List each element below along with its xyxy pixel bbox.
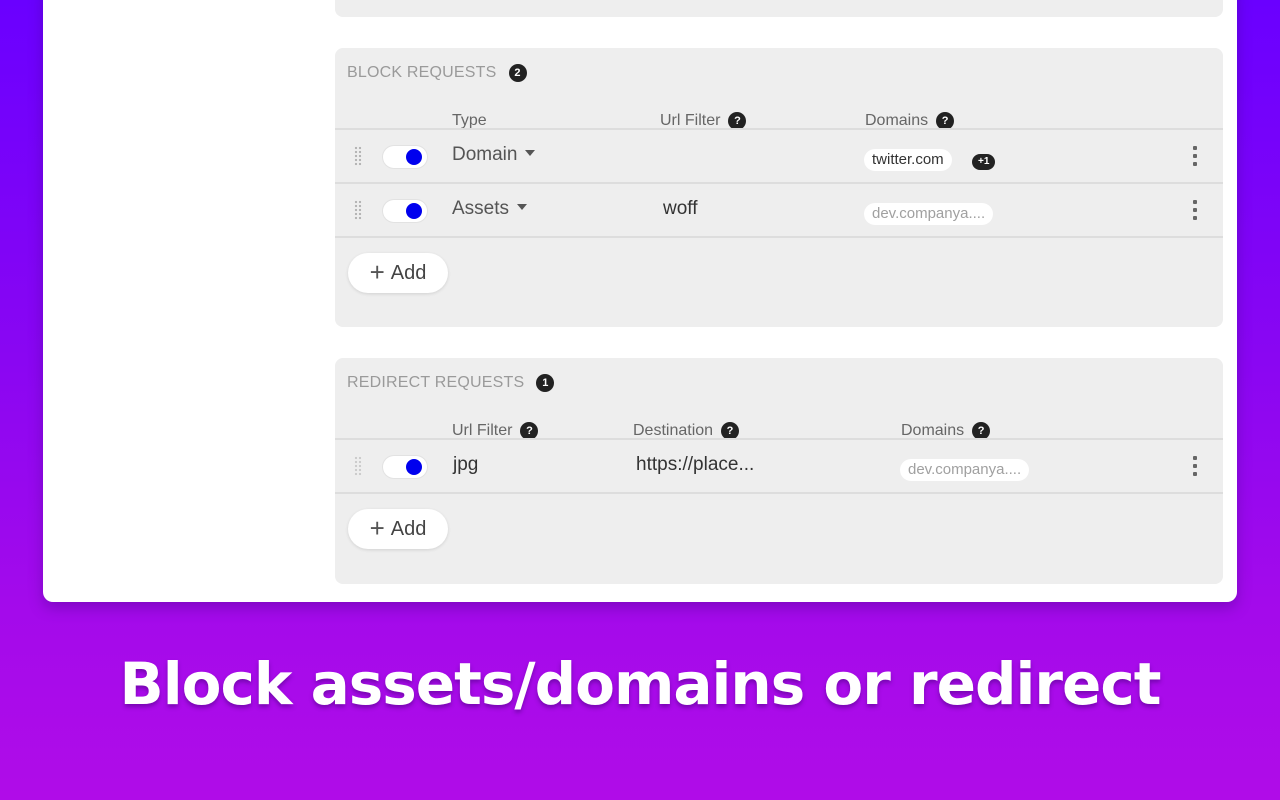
type-dropdown[interactable]: Domain (452, 144, 536, 166)
url-filter-value[interactable]: jpg (453, 454, 478, 476)
block-requests-header: BLOCK REQUESTS 2 (347, 64, 527, 82)
plus-icon: + (369, 257, 385, 287)
add-redirect-rule-button[interactable]: + Add (348, 509, 448, 549)
kebab-menu-icon[interactable] (1191, 456, 1199, 476)
rule-enabled-toggle[interactable] (383, 146, 427, 168)
options-window: BLOCK REQUESTS 2 Type Url Filter ? Domai… (43, 0, 1237, 602)
block-requests-count-badge: 2 (508, 64, 527, 82)
add-block-rule-button[interactable]: + Add (348, 253, 448, 293)
add-label: Add (390, 517, 427, 540)
type-value: Domain (452, 144, 518, 165)
redirect-requests-header: REDIRECT REQUESTS 1 (347, 374, 555, 392)
type-dropdown[interactable]: Assets (452, 198, 528, 220)
toggle-knob (406, 459, 422, 475)
block-rule-row: Assets woff dev.companya.... (335, 184, 1223, 236)
redirect-requests-panel: REDIRECT REQUESTS 1 Url Filter ? Destina… (335, 358, 1223, 584)
block-rule-row: Domain twitter.com +1 (335, 130, 1223, 182)
drag-handle-icon[interactable] (354, 456, 362, 476)
previous-section-panel (335, 0, 1223, 17)
rule-enabled-toggle[interactable] (383, 456, 427, 478)
domain-chip[interactable]: dev.companya.... (900, 459, 1030, 481)
rule-enabled-toggle[interactable] (383, 200, 427, 222)
block-requests-title: BLOCK REQUESTS (347, 64, 497, 81)
destination-value[interactable]: https://place... (636, 454, 754, 476)
kebab-menu-icon[interactable] (1191, 146, 1199, 166)
caret-down-icon (525, 149, 536, 156)
domain-chip[interactable]: dev.companya.... (864, 203, 994, 225)
divider (335, 236, 1223, 238)
type-value: Assets (452, 198, 510, 219)
divider (335, 492, 1223, 494)
redirect-rule-row: jpg https://place... dev.companya.... (335, 440, 1223, 492)
drag-handle-icon[interactable] (354, 200, 362, 220)
promo-caption: Block assets/domains or redirect (119, 650, 1162, 718)
add-label: Add (390, 261, 427, 284)
redirect-requests-count-badge: 1 (536, 374, 555, 392)
extra-domains-badge[interactable]: +1 (972, 154, 996, 170)
drag-handle-icon[interactable] (354, 146, 362, 166)
kebab-menu-icon[interactable] (1191, 200, 1199, 220)
toggle-knob (406, 203, 422, 219)
toggle-knob (406, 149, 422, 165)
caret-down-icon (517, 203, 528, 210)
url-filter-value[interactable]: woff (663, 198, 698, 220)
plus-icon: + (369, 513, 385, 543)
redirect-requests-title: REDIRECT REQUESTS (347, 374, 525, 391)
block-requests-panel: BLOCK REQUESTS 2 Type Url Filter ? Domai… (335, 48, 1223, 327)
domain-chip[interactable]: twitter.com (864, 149, 952, 171)
